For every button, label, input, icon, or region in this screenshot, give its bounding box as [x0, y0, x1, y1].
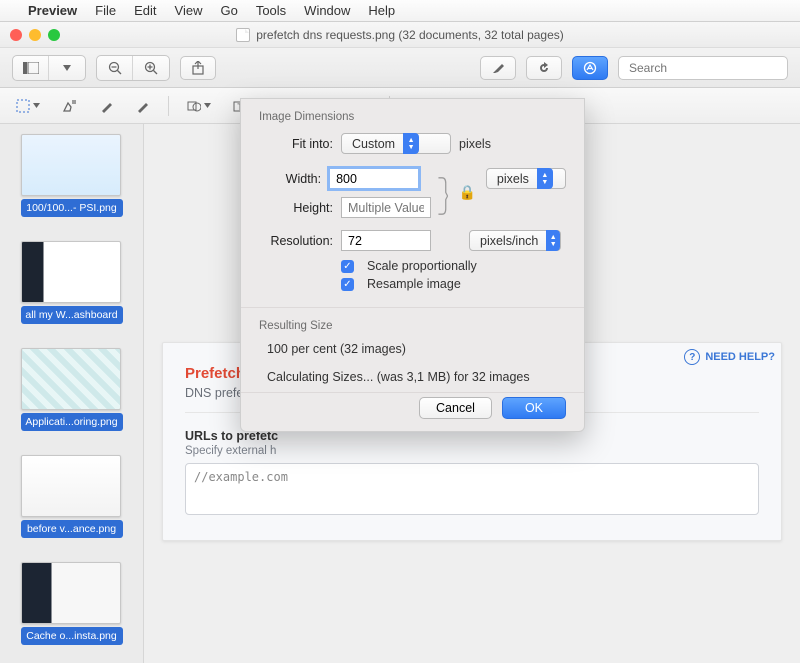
rotate-button[interactable] [526, 56, 562, 80]
markup-toolbar-button[interactable] [572, 56, 608, 80]
search-field[interactable] [618, 56, 788, 80]
shapes-tool[interactable] [183, 97, 215, 115]
sidebar-thumbnails-button[interactable] [13, 56, 49, 80]
resolution-label: Resolution: [259, 234, 333, 248]
fit-into-label: Fit into: [259, 137, 333, 151]
window-titlebar: prefetch dns requests.png (32 documents,… [0, 22, 800, 48]
menu-help[interactable]: Help [368, 3, 395, 18]
menu-tools[interactable]: Tools [256, 3, 286, 18]
resample-checkbox[interactable]: ✓ [341, 278, 354, 291]
thumbnail-item[interactable]: Applicati...oring.png [21, 348, 123, 431]
thumbnail-label: before v...ance.png [21, 520, 123, 538]
fit-into-select[interactable]: Custom▲▼ [341, 133, 451, 154]
main-toolbar [0, 48, 800, 88]
menu-edit[interactable]: Edit [134, 3, 156, 18]
traffic-lights [0, 29, 60, 41]
select-arrows-icon: ▲▼ [403, 133, 419, 154]
resample-checkbox-label: Resample image [367, 277, 461, 291]
scale-checkbox-label: Scale proportionally [367, 259, 477, 273]
resolution-input[interactable] [341, 230, 431, 251]
search-input[interactable] [629, 61, 784, 75]
thumbnail-label: 100/100...- PSI.png [21, 199, 123, 217]
zoom-group [96, 55, 170, 81]
result-calc-text: Calculating Sizes... (was 3,1 MB) for 32… [259, 370, 566, 384]
close-window-button[interactable] [10, 29, 22, 41]
minimize-window-button[interactable] [29, 29, 41, 41]
select-arrows-icon: ▲▼ [546, 230, 560, 251]
draw-tool[interactable] [96, 97, 118, 115]
selection-tool[interactable] [12, 97, 44, 115]
thumbnail-label: all my W...ashboard [21, 306, 123, 324]
thumbnail-sidebar[interactable]: 100/100...- PSI.png all my W...ashboard … [0, 124, 144, 663]
instant-alpha-tool[interactable] [58, 97, 82, 115]
highlight-tool-button[interactable] [480, 56, 516, 80]
document-icon [236, 28, 250, 42]
dialog-section-head: Image Dimensions [259, 111, 566, 123]
width-input[interactable] [329, 168, 419, 189]
sidebar-mode-group [12, 55, 86, 81]
adjust-size-dialog: Image Dimensions Fit into: Custom▲▼ pixe… [240, 98, 585, 432]
menu-go[interactable]: Go [220, 3, 237, 18]
height-input[interactable] [341, 197, 431, 218]
scale-checkbox[interactable]: ✓ [341, 260, 354, 273]
thumbnail-item[interactable]: Cache o...insta.png [21, 562, 123, 645]
zoom-window-button[interactable] [48, 29, 60, 41]
dialog-section-head: Resulting Size [259, 320, 566, 332]
sketch-tool[interactable] [132, 97, 154, 115]
thumbnail-item[interactable]: 100/100...- PSI.png [21, 134, 123, 217]
doc-textarea[interactable]: //example.com [185, 463, 759, 515]
thumbnail-item[interactable]: before v...ance.png [21, 455, 123, 538]
link-bracket-icon [438, 176, 448, 216]
zoom-in-button[interactable] [133, 56, 169, 80]
cancel-button[interactable]: Cancel [419, 397, 492, 419]
doc-form-hint: Specify external h [185, 445, 759, 457]
menu-view[interactable]: View [175, 3, 203, 18]
menu-window[interactable]: Window [304, 3, 350, 18]
menu-app[interactable]: Preview [28, 3, 77, 18]
sidebar-mode-dropdown[interactable] [49, 56, 85, 80]
need-help-link[interactable]: ?NEED HELP? [684, 349, 775, 365]
width-unit-select[interactable]: pixels▲▼ [486, 168, 566, 189]
fit-into-unit: pixels [459, 137, 491, 151]
share-button[interactable] [180, 56, 216, 80]
height-label: Height: [259, 201, 333, 215]
result-percent-text: 100 per cent (32 images) [259, 342, 566, 356]
thumbnail-item[interactable]: all my W...ashboard [21, 241, 123, 324]
select-arrows-icon: ▲▼ [537, 168, 553, 189]
zoom-out-button[interactable] [97, 56, 133, 80]
menu-file[interactable]: File [95, 3, 116, 18]
lock-icon[interactable]: 🔒 [458, 184, 475, 201]
thumbnail-label: Applicati...oring.png [21, 413, 123, 431]
resolution-unit-select[interactable]: pixels/inch▲▼ [469, 230, 561, 251]
thumbnail-label: Cache o...insta.png [21, 627, 123, 645]
ok-button[interactable]: OK [502, 397, 566, 419]
system-menubar: Preview File Edit View Go Tools Window H… [0, 0, 800, 22]
width-label: Width: [259, 172, 321, 186]
help-icon: ? [684, 349, 700, 365]
window-title: prefetch dns requests.png (32 documents,… [256, 28, 564, 42]
